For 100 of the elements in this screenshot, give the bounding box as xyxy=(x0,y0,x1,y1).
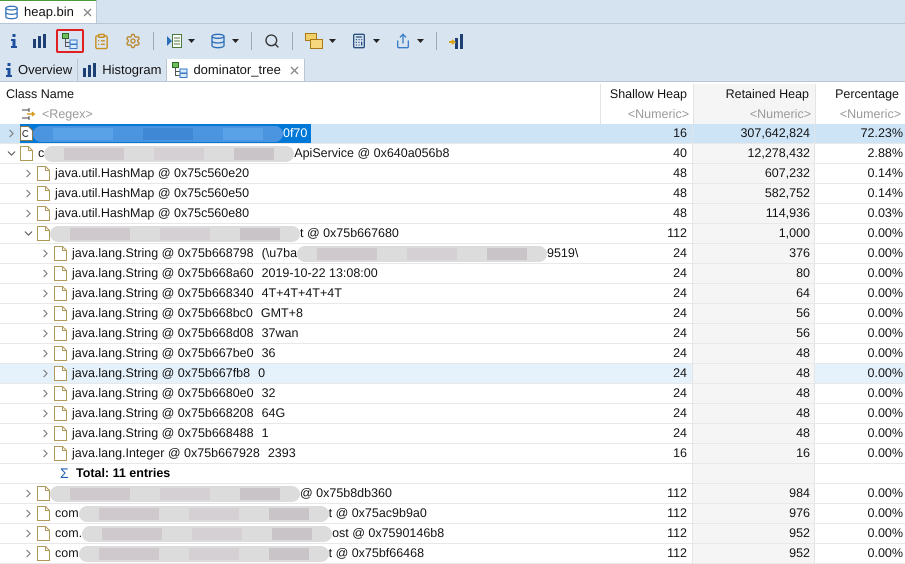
tree-row[interactable]: java.lang.String @ 0x75b6680e0 32 24 48 0.00% xyxy=(0,384,905,404)
view-tab-label: Overview xyxy=(18,61,72,80)
tree-row[interactable]: Σ Total: 11 entries xyxy=(0,464,905,484)
tree-row[interactable]: java.lang.String @ 0x75b668d08 37wan 24 56 0.00% xyxy=(0,324,905,344)
object-name-end: t @ 0x75b667680 xyxy=(300,225,399,242)
editor-tab[interactable]: heap.bin xyxy=(0,0,97,23)
object-icon xyxy=(37,486,50,501)
object-name-end: @ 0x75b8db360 xyxy=(300,485,392,502)
shallow-heap-value: 112 xyxy=(667,525,687,542)
tree-row[interactable]: com t @ 0x75bf66468 112 952 0.00% xyxy=(0,544,905,564)
view-tab-label: Histogram xyxy=(102,61,162,80)
tree-row[interactable]: java.lang.String @ 0x75b668a60 2019-10-22 13:08:00 24 80 0.00% xyxy=(0,264,905,284)
calculator-icon xyxy=(351,33,367,49)
object-icon xyxy=(54,446,67,461)
export-icon xyxy=(395,33,411,49)
dropdown-arrow-icon xyxy=(329,39,336,43)
tree-row[interactable]: c ApiService @ 0x640a056b8 40 12,278,432 2.88% xyxy=(0,144,905,164)
view-tab[interactable]: dominator_tree xyxy=(167,59,305,81)
tree-row[interactable]: java.util.HashMap @ 0x75c560e80 48 114,936 0.03% xyxy=(0,204,905,224)
percentage-value: 0.14% xyxy=(868,165,903,182)
percentage-value: 0.00% xyxy=(868,445,903,462)
percentage-value: 0.00% xyxy=(868,545,903,562)
dropdown-arrow-icon xyxy=(417,39,424,43)
percentage-value: 0.00% xyxy=(868,425,903,442)
retained-heap-value: 1,000 xyxy=(778,225,810,242)
percentage-value: 0.00% xyxy=(868,405,903,422)
tree-row[interactable]: com t @ 0x75ac9b9a0 112 976 0.00% xyxy=(0,504,905,524)
tree-row[interactable]: java.lang.String @ 0x75b668488 1 24 48 0.00% xyxy=(0,424,905,444)
object-icon xyxy=(54,346,67,361)
percentage-value: 0.00% xyxy=(868,265,903,282)
percentage-value: 0.00% xyxy=(868,325,903,342)
object-icon xyxy=(54,306,67,321)
tree-row[interactable]: java.lang.String @ 0x75b668798 (\u7ba 9519\ 24 376 0.00% xyxy=(0,244,905,264)
percentage-value: 2.88% xyxy=(868,145,903,162)
close-icon[interactable] xyxy=(82,8,92,16)
object-name: com. xyxy=(55,525,82,542)
tree-row[interactable]: java.util.HashMap @ 0x75c560e50 48 582,752 0.14% xyxy=(0,184,905,204)
object-value: 1 xyxy=(262,425,269,442)
percentage-value: 0.00% xyxy=(868,505,903,522)
tree-row[interactable]: java.lang.String @ 0x75b668340 4T+4T+4T+4T 24 64 0.00% xyxy=(0,284,905,304)
shallow-heap-value: 48 xyxy=(673,165,687,182)
retained-heap-value: 56 xyxy=(796,305,810,322)
column-header[interactable]: Percentage xyxy=(815,84,905,104)
shallow-heap-value: 48 xyxy=(673,185,687,202)
column-header[interactable]: Class Name xyxy=(0,84,600,104)
tree-row[interactable]: 0f70 16 307,642,824 72.23% xyxy=(0,124,905,144)
tree-icon xyxy=(172,62,188,78)
retained-heap-value: 984 xyxy=(789,485,810,502)
retained-heap-value: 48 xyxy=(796,385,810,402)
object-icon xyxy=(37,206,50,221)
list-icon xyxy=(166,33,182,49)
object-icon xyxy=(54,426,67,441)
object-value: 37wan xyxy=(262,325,298,342)
retained-heap-value: 64 xyxy=(796,285,810,302)
object-name: java.util.HashMap @ 0x75c560e80 xyxy=(55,205,250,222)
retained-heap-value: 582,752 xyxy=(764,185,810,202)
percentage-value: 72.23% xyxy=(860,125,903,142)
column-header[interactable]: Retained Heap xyxy=(693,84,815,104)
retained-heap-value: 80 xyxy=(796,265,810,282)
object-icon xyxy=(54,386,67,401)
toolbar-button[interactable] xyxy=(56,29,84,53)
object-icon xyxy=(54,286,67,301)
retained-heap-value: 307,642,824 xyxy=(740,125,810,142)
object-name: com xyxy=(55,505,79,522)
object-value: 2393 xyxy=(268,445,296,462)
object-icon xyxy=(54,366,67,381)
bar-chart-icon xyxy=(449,33,465,49)
retained-heap-value: 48 xyxy=(796,345,810,362)
object-icon xyxy=(54,326,67,341)
object-value: 32 xyxy=(262,385,276,402)
object-name: java.lang.String @ 0x75b668340 xyxy=(72,285,254,302)
object-name: java.lang.String @ 0x75b668a60 xyxy=(72,265,254,282)
object-name: java.lang.String @ 0x75b667be0 xyxy=(72,345,254,362)
class-icon xyxy=(20,126,33,141)
tree-row[interactable]: t @ 0x75b667680 112 1,000 0.00% xyxy=(0,224,905,244)
object-icon xyxy=(37,226,50,241)
info-icon xyxy=(5,63,13,77)
dropdown-arrow-icon xyxy=(188,39,195,43)
tree-row[interactable]: @ 0x75b8db360 112 984 0.00% xyxy=(0,484,905,504)
tree-row[interactable]: java.lang.String @ 0x75b668bc0 GMT+8 24 56 0.00% xyxy=(0,304,905,324)
shallow-heap-value: 16 xyxy=(673,125,687,142)
object-name: java.lang.String @ 0x75b668798 xyxy=(72,245,254,262)
tree-row[interactable]: java.lang.Integer @ 0x75b667928 2393 16 16 0.00% xyxy=(0,444,905,464)
object-value: 0 xyxy=(258,365,266,382)
object-name-end: 9519\ xyxy=(547,245,578,262)
tree-row[interactable]: java.util.HashMap @ 0x75c560e20 48 607,232 0.14% xyxy=(0,164,905,184)
bar-chart-icon xyxy=(83,63,98,77)
object-icon xyxy=(37,546,50,561)
tree-row[interactable]: java.lang.String @ 0x75b668208 64G 24 48 0.00% xyxy=(0,404,905,424)
object-icon xyxy=(37,166,50,181)
shallow-heap-value: 112 xyxy=(667,545,687,562)
retained-heap-value: 48 xyxy=(796,365,810,382)
close-icon[interactable] xyxy=(290,66,299,74)
percentage-value: 0.00% xyxy=(868,385,903,402)
tree-row[interactable]: java.lang.String @ 0x75b667fb8 0 24 48 0.00% xyxy=(0,364,905,384)
object-name-end: ApiService @ 0x640a056b8 xyxy=(294,145,450,162)
percentage-value: 0.14% xyxy=(868,185,903,202)
tree-row[interactable]: java.lang.String @ 0x75b667be0 36 24 48 0.00% xyxy=(0,344,905,364)
tree-row[interactable]: com. ost @ 0x7590146b8 112 952 0.00% xyxy=(0,524,905,544)
object-icon xyxy=(54,246,67,261)
